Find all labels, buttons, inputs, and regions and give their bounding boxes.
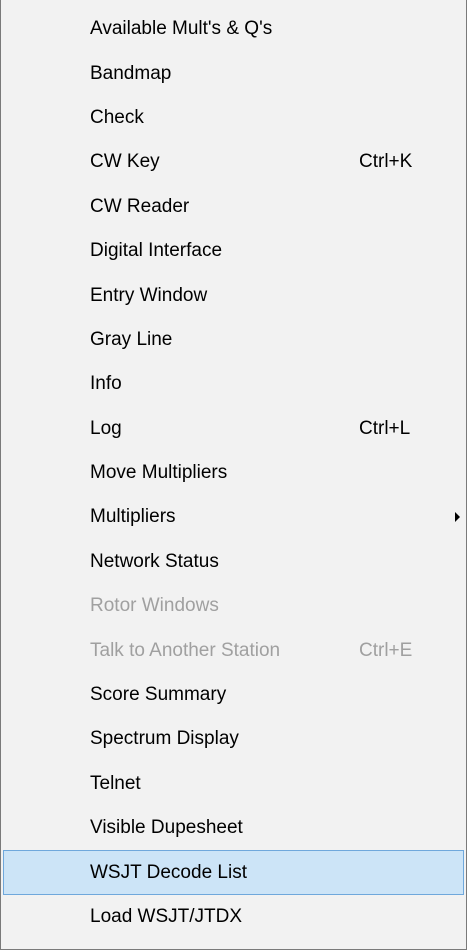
menu-item-label: Visible Dupesheet [90,817,243,839]
menu-item-shortcut: Ctrl+L [359,417,411,439]
menu-item-label: Move Multipliers [90,462,228,484]
menu-item-label: CW Key [90,151,160,173]
menu-item-label: CW Reader [90,195,190,217]
menu-item-label: Rotor Windows [90,595,219,617]
window-menu-dropdown: Available Mult's & Q's Bandmap Check CW … [0,0,467,950]
menu-item-entry-window[interactable]: Entry Window [3,273,464,317]
menu-item-move-multipliers[interactable]: Move Multipliers [3,451,464,495]
menu-item-label: Log [90,417,122,439]
menu-item-check[interactable]: Check [3,96,464,140]
menu-item-label: WSJT Decode List [90,861,247,883]
menu-item-label: Talk to Another Station [90,639,281,661]
menu-item-wsjt-decode-list[interactable]: WSJT Decode List [3,850,464,895]
menu-item-visible-dupesheet[interactable]: Visible Dupesheet [3,806,464,850]
menu-item-label: Telnet [90,772,141,794]
menu-item-label: Multipliers [90,506,176,528]
menu-item-talk-to-another-station: Talk to Another Station Ctrl+E [3,628,464,672]
menu-item-label: Score Summary [90,684,227,706]
menu-item-network-status[interactable]: Network Status [3,540,464,584]
menu-item-label: Check [90,106,144,128]
menu-item-cw-reader[interactable]: CW Reader [3,185,464,229]
menu-item-spectrum-display[interactable]: Spectrum Display [3,717,464,761]
menu-item-label: Info [90,373,122,395]
menu-item-cw-key[interactable]: CW Key Ctrl+K [3,140,464,184]
menu-item-telnet[interactable]: Telnet [3,762,464,806]
menu-item-shortcut: Ctrl+K [359,151,413,173]
menu-item-log[interactable]: Log Ctrl+L [3,407,464,451]
menu-item-label: Entry Window [90,284,208,306]
menu-item-bandmap[interactable]: Bandmap [3,51,464,95]
menu-item-gray-line[interactable]: Gray Line [3,318,464,362]
menu-item-score-summary[interactable]: Score Summary [3,673,464,717]
menu-item-available-mults-qs[interactable]: Available Mult's & Q's [3,7,464,51]
triangle-right-icon [455,512,460,523]
menu-top-strip [1,0,466,6]
menu-item-label: Available Mult's & Q's [90,18,273,40]
menu-items: Available Mult's & Q's Bandmap Check CW … [3,7,464,939]
menu-item-load-wsjt-jtdx[interactable]: Load WSJT/JTDX [3,895,464,939]
menu-item-label: Network Status [90,550,219,572]
menu-item-label: Digital Interface [90,240,223,262]
menu-item-rotor-windows: Rotor Windows [3,584,464,628]
menu-item-multipliers[interactable]: Multipliers [3,495,464,539]
menu-item-label: Bandmap [90,62,172,84]
menu-item-shortcut: Ctrl+E [359,639,413,661]
menu-item-label: Spectrum Display [90,728,239,750]
menu-item-label: Gray Line [90,328,173,350]
menu-item-info[interactable]: Info [3,362,464,406]
menu-item-digital-interface[interactable]: Digital Interface [3,229,464,273]
menu-item-label: Load WSJT/JTDX [90,906,243,927]
